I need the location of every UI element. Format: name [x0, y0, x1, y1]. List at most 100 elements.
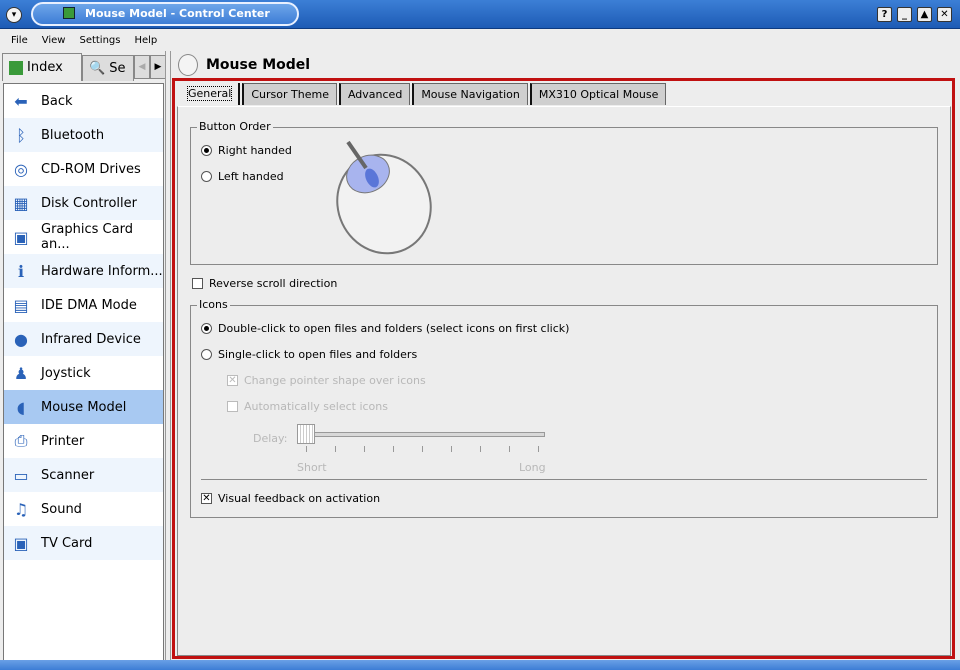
tab-cursor-theme[interactable]: Cursor Theme: [242, 83, 337, 105]
sidebar-item-label: Sound: [41, 501, 82, 517]
title-bar: ▾ Mouse Model - Control Center ? _ ▲ ✕: [0, 0, 960, 29]
tab-mx310[interactable]: MX310 Optical Mouse: [529, 83, 667, 105]
sidebar-item-cd-rom-drives[interactable]: ◎ CD-ROM Drives: [4, 152, 163, 186]
ide-icon: ▤: [13, 295, 29, 315]
sidebar-item-label: Printer: [41, 433, 85, 449]
sidebar-item-label: Infrared Device: [41, 331, 141, 347]
icons-group: Icons Double-click to open files and fol…: [190, 298, 938, 518]
sidebar-item-label: CD-ROM Drives: [41, 161, 141, 177]
menu-view[interactable]: View: [42, 35, 66, 46]
tab-search[interactable]: 🔍 Se: [82, 55, 134, 81]
app-icon: [63, 7, 75, 19]
checkbox-indicator: [192, 278, 203, 289]
sidebar-item-scanner[interactable]: ▭ Scanner: [4, 458, 163, 492]
tab-index-label: Index: [27, 60, 63, 75]
sidebar-item-graphics-card-an[interactable]: ▣ Graphics Card an...: [4, 220, 163, 254]
sidebar-item-hardware-inform[interactable]: ℹ Hardware Inform...: [4, 254, 163, 288]
change-pointer-label: Change pointer shape over icons: [244, 374, 426, 387]
long-label: Long: [519, 461, 546, 474]
tab-index[interactable]: Index: [2, 53, 82, 81]
sidebar-item-label: Hardware Inform...: [41, 263, 163, 279]
sidebar-item-joystick[interactable]: ♟ Joystick: [4, 356, 163, 390]
disk-controller-icon: ▦: [13, 193, 29, 213]
page-title: Mouse Model: [206, 57, 311, 73]
module-frame: General Cursor Theme Advanced Mouse Navi…: [172, 78, 955, 659]
slider-tick: [393, 446, 394, 452]
module-list: ⬅ Back ᛒ Bluetooth ◎ CD-ROM Drives ▦ Disk Contr…: [3, 83, 164, 661]
sidebar-item-bluetooth[interactable]: ᛒ Bluetooth: [4, 118, 163, 152]
sidebar-item-disk-controller[interactable]: ▦ Disk Controller: [4, 186, 163, 220]
reverse-scroll-checkbox[interactable]: Reverse scroll direction: [192, 277, 337, 290]
index-icon: [9, 60, 23, 75]
checkbox-indicator: ✕: [201, 493, 212, 504]
change-pointer-checkbox[interactable]: ✕ Change pointer shape over icons: [227, 374, 426, 387]
sidebar-item-label: Joystick: [41, 365, 91, 381]
general-panel: Button Order Right handed Left handed Re…: [177, 106, 951, 656]
sound-icon: ♫: [13, 499, 29, 519]
search-icon: 🔍: [89, 61, 106, 76]
tab-general[interactable]: General: [181, 83, 241, 105]
button-order-group: Button Order Right handed Left handed: [190, 120, 938, 265]
delay-slider-handle[interactable]: [297, 424, 315, 444]
slider-tick: [422, 446, 423, 452]
sidebar-item-label: Scanner: [41, 467, 95, 483]
sidebar-item-infrared-device[interactable]: ● Infrared Device: [4, 322, 163, 356]
menu-file[interactable]: File: [11, 35, 28, 46]
slider-tick: [480, 446, 481, 452]
left-handed-radio[interactable]: Left handed: [201, 170, 284, 183]
sidebar-item-printer[interactable]: ⎙ Printer: [4, 424, 163, 458]
bluetooth-icon: ᛒ: [16, 125, 26, 145]
sidebar-item-label: IDE DMA Mode: [41, 297, 137, 313]
maximize-button[interactable]: ▲: [917, 7, 932, 22]
double-click-radio[interactable]: Double-click to open files and folders (…: [201, 322, 569, 335]
auto-select-label: Automatically select icons: [244, 400, 388, 413]
sidebar: Index 🔍 Se ◀ ▶ ⬅ Back ᛒ Bluetooth ◎ CD-ROM Dri…: [0, 51, 168, 663]
mouse-illustration-icon: [336, 140, 432, 255]
splitter[interactable]: [165, 51, 171, 663]
short-label: Short: [297, 461, 327, 474]
icons-group-label: Icons: [197, 298, 230, 311]
slider-tick: [451, 446, 452, 452]
minimize-button[interactable]: _: [897, 7, 912, 22]
menu-settings[interactable]: Settings: [79, 35, 120, 46]
radio-indicator: [201, 323, 212, 334]
scroll-right-button[interactable]: ▶: [150, 55, 166, 79]
sidebar-item-sound[interactable]: ♫ Sound: [4, 492, 163, 526]
reverse-scroll-label: Reverse scroll direction: [209, 277, 338, 290]
help-button[interactable]: ?: [877, 7, 892, 22]
slider-tick: [538, 446, 539, 452]
double-click-label: Double-click to open files and folders (…: [218, 322, 570, 335]
delay-slider-track[interactable]: [299, 432, 545, 437]
sidebar-item-back[interactable]: ⬅ Back: [4, 84, 163, 118]
tab-advanced[interactable]: Advanced: [338, 83, 411, 105]
right-handed-radio[interactable]: Right handed: [201, 144, 292, 157]
close-button[interactable]: ✕: [937, 7, 952, 22]
page-header: Mouse Model: [178, 53, 310, 77]
scanner-icon: ▭: [13, 465, 29, 485]
delay-label: Delay:: [253, 432, 288, 445]
cdrom-icon: ◎: [14, 159, 28, 179]
menu-help[interactable]: Help: [134, 35, 157, 46]
checkbox-indicator: [227, 401, 238, 412]
sidebar-item-tv-card[interactable]: ▣ TV Card: [4, 526, 163, 560]
slider-tick: [364, 446, 365, 452]
slider-tick: [335, 446, 336, 452]
mouse-icon: ◖: [16, 397, 26, 417]
tab-mouse-navigation[interactable]: Mouse Navigation: [412, 83, 528, 105]
info-icon: ℹ: [17, 261, 25, 281]
back-arrow-icon: ⬅: [14, 91, 28, 111]
window-title-text: Mouse Model - Control Center: [85, 7, 270, 20]
graphics-card-icon: ▣: [13, 227, 29, 247]
sidebar-item-mouse-model[interactable]: ◖ Mouse Model: [4, 390, 163, 424]
auto-select-checkbox[interactable]: Automatically select icons: [227, 400, 388, 413]
mouse-icon: [178, 54, 198, 76]
sidebar-item-ide-dma-mode[interactable]: ▤ IDE DMA Mode: [4, 288, 163, 322]
sidebar-item-label: Bluetooth: [41, 127, 105, 143]
visual-feedback-checkbox[interactable]: ✕ Visual feedback on activation: [201, 492, 380, 505]
scroll-left-button[interactable]: ◀: [134, 55, 150, 79]
window-menu-button[interactable]: ▾: [6, 7, 22, 23]
tab-search-label: Se: [109, 61, 126, 76]
visual-feedback-label: Visual feedback on activation: [218, 492, 381, 505]
sidebar-item-label: TV Card: [41, 535, 93, 551]
single-click-radio[interactable]: Single-click to open files and folders: [201, 348, 417, 361]
